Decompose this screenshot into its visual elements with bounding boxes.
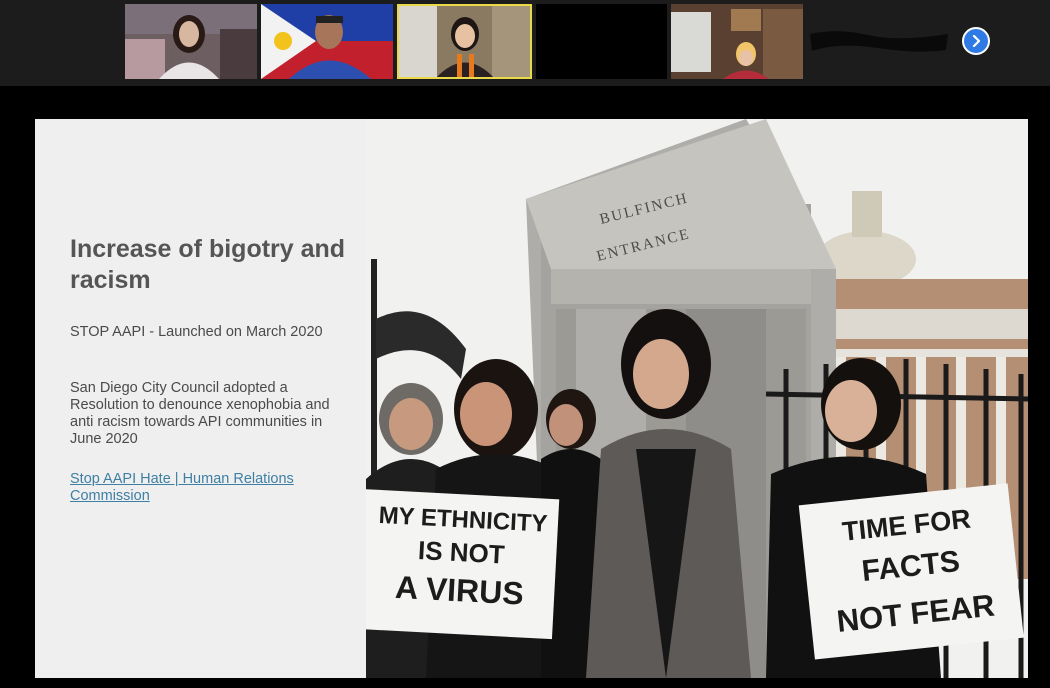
participant-video-3-active-speaker[interactable] bbox=[397, 4, 532, 79]
sign-left-line3: A VIRUS bbox=[394, 569, 524, 612]
next-page-button[interactable] bbox=[962, 27, 990, 55]
slide-paragraph-launch: STOP AAPI - Launched on March 2020 bbox=[70, 324, 323, 340]
chevron-right-icon bbox=[972, 35, 981, 47]
protest-sign-right: TIME FOR FACTS NOT FEAR bbox=[798, 483, 1024, 660]
sign-left-line2: IS NOT bbox=[417, 535, 505, 570]
protest-photo: BULFINCH ENTRANCE MY ETHNICITY IS NOT A … bbox=[366, 119, 1028, 678]
participant-video-5[interactable] bbox=[671, 4, 803, 79]
slide-text-panel: Increase of bigotry and racism STOP AAPI… bbox=[35, 119, 366, 678]
slide-title: Increase of bigotry and racism bbox=[70, 235, 346, 294]
participant-gallery bbox=[0, 0, 1050, 86]
participant-video-1[interactable] bbox=[125, 4, 257, 79]
protest-sign-left: MY ETHNICITY IS NOT A VIRUS bbox=[366, 488, 560, 640]
participant-video-4-off[interactable] bbox=[536, 4, 667, 79]
participant-video-2[interactable] bbox=[261, 4, 393, 79]
stop-aapi-hate-link[interactable]: Stop AAPI Hate | Human Relations Commiss… bbox=[70, 471, 320, 505]
redacted-participant-name bbox=[808, 26, 950, 56]
slide-paragraph-resolution: San Diego City Council adopted a Resolut… bbox=[70, 380, 330, 447]
shared-slide: Increase of bigotry and racism STOP AAPI… bbox=[35, 119, 1028, 678]
